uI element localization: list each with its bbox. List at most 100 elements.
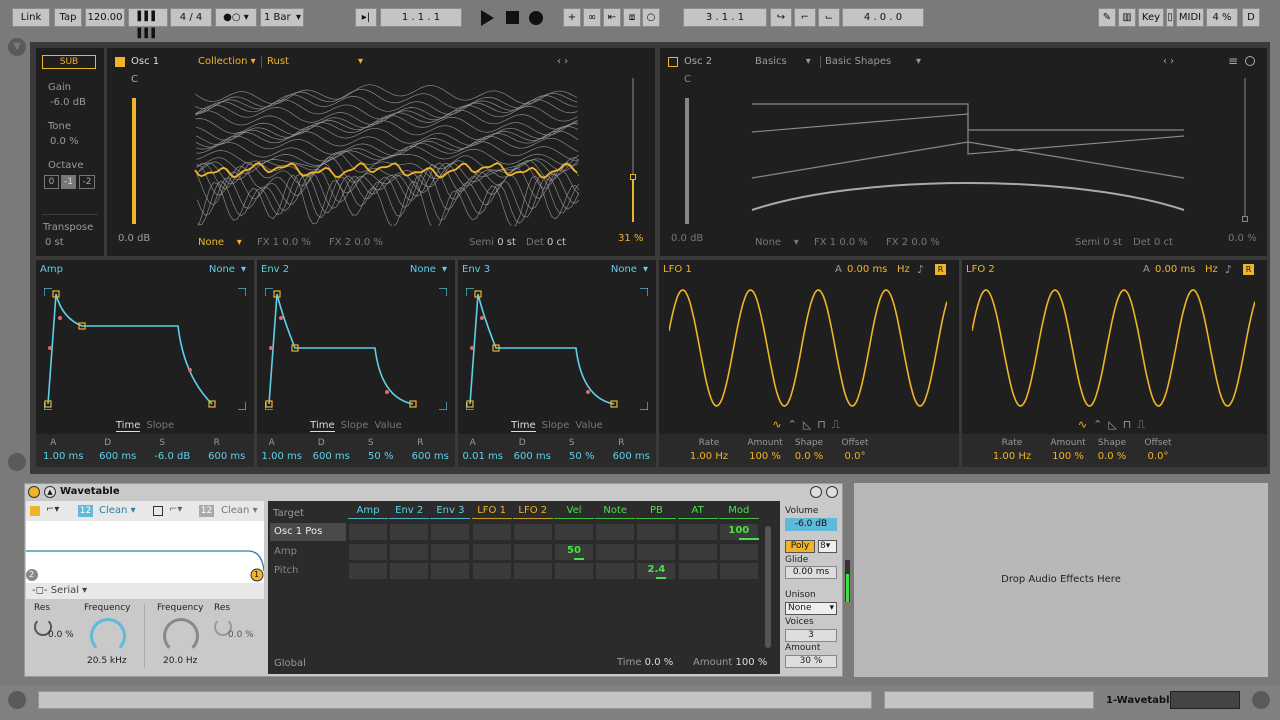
freq2-value[interactable]: 20.0 Hz — [163, 656, 197, 666]
sync-note-icon[interactable]: ♪ — [1225, 263, 1232, 276]
sub-gain-value[interactable]: -6.0 dB — [50, 97, 86, 108]
lfo-shape-selector[interactable]: ∿⌃◺⊓⎍ — [659, 418, 959, 432]
osc1-semi[interactable]: Semi 0 st — [469, 237, 516, 248]
env-tab-slope[interactable]: Slope — [146, 420, 174, 431]
matrix-cell[interactable] — [389, 523, 430, 541]
follow-icon[interactable]: ▸| — [355, 8, 377, 27]
env-value-d[interactable]: 600 ms — [504, 451, 560, 462]
lfo-value-shape[interactable]: 0.0 % — [1087, 451, 1137, 462]
octave-0-button[interactable]: 0 — [44, 175, 59, 189]
lfo-value-amount[interactable]: 100 % — [1043, 451, 1093, 462]
matrix-cell[interactable] — [430, 523, 471, 541]
osc1-level-slider[interactable] — [132, 98, 136, 224]
env-tab-slope[interactable]: Slope — [341, 420, 369, 431]
lfo-value-rate[interactable]: 1.00 Hz — [684, 451, 734, 462]
osc1-fx-mode-menu[interactable]: None ▾ — [198, 237, 242, 248]
env-value-a[interactable]: 1.00 ms — [35, 451, 91, 462]
osc2-pos-value[interactable]: 0.0 % — [1228, 233, 1257, 244]
osc1-fx1[interactable]: FX 1 0.0 % — [257, 237, 311, 248]
status-right-icon[interactable] — [1252, 691, 1270, 709]
matrix-cell[interactable] — [512, 562, 553, 580]
quantize-menu[interactable]: 1 Bar ▾ — [260, 8, 304, 27]
menu-icon[interactable]: ≡ — [1228, 54, 1238, 68]
lfo-shape-selector[interactable]: ∿⌃◺⊓⎍ — [962, 418, 1267, 432]
matrix-cell[interactable] — [677, 562, 718, 580]
saw-shape-icon[interactable]: ◺ — [1108, 418, 1122, 431]
osc2-level-slider[interactable] — [685, 98, 689, 224]
punch-in-icon[interactable]: ⌐ — [794, 8, 816, 27]
env-target-menu[interactable]: None ▾ — [209, 264, 246, 275]
matrix-cell[interactable] — [512, 543, 553, 561]
meter-field[interactable]: 4 / 4 — [170, 8, 212, 27]
env-value-d[interactable]: 600 ms — [90, 451, 146, 462]
saw-shape-icon[interactable]: ◺ — [803, 418, 817, 431]
lfo-retrigger[interactable]: R — [935, 264, 946, 275]
osc2-wavetable-display[interactable] — [750, 74, 1186, 224]
env-tab-time[interactable]: Time — [511, 420, 536, 432]
play-icon[interactable] — [481, 10, 494, 26]
matrix-cell[interactable] — [718, 562, 759, 580]
lfo-value-shape[interactable]: 0.0 % — [784, 451, 834, 462]
filter1-type-icon[interactable]: ⌐▾ — [46, 504, 59, 515]
metronome-icon[interactable]: ●○ ▾ — [215, 8, 257, 27]
matrix-cell[interactable] — [348, 543, 388, 561]
prev-next-icon[interactable]: ‹ › — [1163, 56, 1174, 67]
matrix-cell[interactable] — [595, 543, 636, 561]
octave-minus1-button[interactable]: -1 — [61, 175, 76, 189]
matrix-cell[interactable] — [389, 562, 430, 580]
lfo-value-rate[interactable]: 1.00 Hz — [987, 451, 1037, 462]
lfo-attack-value[interactable]: 0.00 ms — [1155, 264, 1195, 275]
track-name[interactable]: 1-Wavetable — [1106, 695, 1176, 706]
osc2-wavetable-menu[interactable]: Basic Shapes ▾ — [825, 56, 921, 67]
env-target-menu[interactable]: None ▾ — [410, 264, 447, 275]
collapse-icon[interactable]: ▼ — [8, 38, 26, 56]
loop-length-field[interactable]: 4 . 0 . 0 — [842, 8, 924, 27]
env-value-s[interactable]: 50 % — [353, 451, 409, 462]
osc1-level-value[interactable]: 0.0 dB — [118, 233, 150, 244]
routing-menu[interactable]: -◻- Serial ▾ — [32, 585, 87, 596]
osc1-wavetable-menu[interactable]: Rust ▾ — [267, 56, 363, 67]
loop-switch-icon[interactable]: ↪ — [770, 8, 792, 27]
unison-menu[interactable]: None ▾ — [785, 602, 837, 615]
sub-transpose-value[interactable]: 0 st — [45, 237, 64, 248]
matrix-cell[interactable] — [677, 523, 718, 541]
filter2-toggle[interactable] — [153, 506, 163, 516]
link-button[interactable]: Link — [12, 8, 50, 27]
matrix-cell[interactable] — [595, 523, 636, 541]
glide-field[interactable]: 0.00 ms — [785, 566, 837, 579]
osc2-category-menu[interactable]: Basics ▾ — [755, 56, 811, 67]
switch-view-icon[interactable] — [8, 453, 26, 471]
stop-icon[interactable] — [506, 11, 519, 24]
matrix-cell[interactable] — [389, 543, 430, 561]
matrix-cell[interactable] — [554, 562, 594, 580]
nudge-icon[interactable]: ▌▌▌ ▌▌▌ — [128, 8, 168, 39]
matrix-cell[interactable] — [512, 523, 553, 541]
lfo-value-amount[interactable]: 100 % — [740, 451, 790, 462]
hot-swap-icon[interactable]: ▲ — [44, 486, 56, 498]
filter2-circuit-menu[interactable]: Clean ▾ — [221, 505, 258, 516]
random-shape-icon[interactable]: ⎍ — [1137, 418, 1151, 431]
matrix-row-label[interactable]: Osc 1 Pos — [270, 523, 346, 541]
device-menu-icon[interactable] — [826, 486, 838, 498]
matrix-row-label[interactable]: Pitch — [270, 562, 346, 580]
osc2-semi[interactable]: Semi 0 st — [1075, 237, 1122, 248]
env-value-a[interactable]: 0.01 ms — [455, 451, 511, 462]
lfo-value-offset[interactable]: 0.0° — [830, 451, 880, 462]
env-tab-value[interactable]: Value — [575, 420, 602, 431]
filter2-slope[interactable]: 12 — [199, 505, 214, 517]
sine-shape-icon[interactable]: ∿ — [772, 418, 787, 431]
matrix-cell[interactable] — [677, 543, 718, 561]
song-position-field[interactable]: 1 . 1 . 1 — [380, 8, 462, 27]
filter1-toggle[interactable] — [30, 506, 40, 516]
session-record-icon[interactable]: ○ — [642, 8, 660, 27]
poly-voices-menu[interactable]: 8▾ — [818, 540, 837, 553]
freq2-knob[interactable] — [163, 618, 199, 654]
freq1-knob[interactable] — [90, 618, 126, 654]
triangle-shape-icon[interactable]: ⌃ — [788, 418, 803, 431]
env-tab-slope[interactable]: Slope — [542, 420, 570, 431]
env-target-menu[interactable]: None ▾ — [611, 264, 648, 275]
matrix-cell[interactable] — [636, 523, 677, 541]
osc1-det[interactable]: Det 0 ct — [526, 237, 566, 248]
save-preset-icon[interactable] — [810, 486, 822, 498]
filter2-type-icon[interactable]: ⌐▾ — [169, 504, 182, 515]
